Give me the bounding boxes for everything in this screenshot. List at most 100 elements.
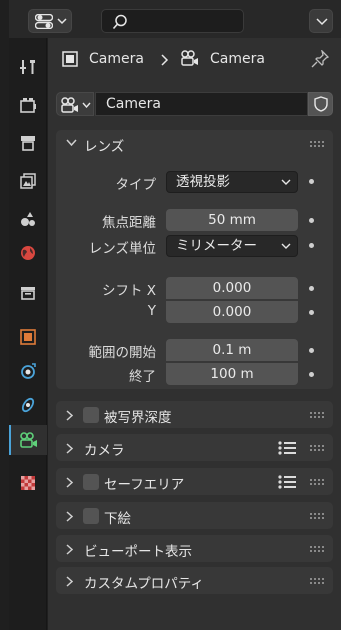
properties-tab-bar xyxy=(9,38,47,630)
shield-icon xyxy=(314,96,328,112)
output-icon xyxy=(21,136,35,151)
keyframe-dot[interactable] xyxy=(309,243,314,248)
dof-panel[interactable]: 被写界深度 xyxy=(56,401,333,428)
safe-areas-checkbox[interactable] xyxy=(83,474,99,490)
drag-grip-icon[interactable] xyxy=(310,141,326,147)
clip-start-label: 範囲の開始 xyxy=(88,345,157,361)
properties-header xyxy=(9,0,341,38)
lens-unit-label: レンズ単位 xyxy=(88,241,156,257)
shift-y-field[interactable]: 0.000 xyxy=(166,301,298,323)
keyframe-dot[interactable] xyxy=(309,310,314,315)
dof-panel-title: 被写界深度 xyxy=(104,410,172,426)
lens-unit-value: ミリメーター xyxy=(176,238,257,254)
camera-panel[interactable]: カメラ xyxy=(56,434,333,461)
focal-length-label: 焦点距離 xyxy=(102,215,156,231)
camera-datablock-selector: Camera xyxy=(56,92,333,116)
lens-panel-title: レンズ xyxy=(84,139,125,155)
background-images-panel-title: 下絵 xyxy=(104,511,131,527)
chevron-right-icon xyxy=(66,477,73,488)
drag-grip-icon[interactable] xyxy=(310,546,326,552)
editor-type-button[interactable] xyxy=(28,9,72,33)
constraint-icon xyxy=(21,397,35,413)
search-input[interactable] xyxy=(101,9,244,33)
keyframe-dot[interactable] xyxy=(309,348,314,353)
chevron-down-icon xyxy=(66,139,77,147)
lens-type-dropdown[interactable]: 透視投影 xyxy=(166,171,298,193)
custom-properties-panel[interactable]: カスタムプロパティ xyxy=(56,567,333,594)
tab-collection[interactable] xyxy=(9,278,47,308)
drag-grip-icon[interactable] xyxy=(310,479,326,485)
chevron-down-icon xyxy=(316,18,328,26)
keyframe-dot[interactable] xyxy=(309,286,314,291)
tab-object-data-camera[interactable] xyxy=(9,425,47,455)
tool-icon xyxy=(20,60,35,74)
camera-data-icon xyxy=(20,432,37,448)
physics-icon xyxy=(21,363,36,379)
safe-areas-panel-title: セーフエリア xyxy=(104,477,185,493)
chevron-down-icon xyxy=(281,243,291,249)
properties-main-area: Camera Camera Camera レンズ タイプ 透視投影 焦点距離 5… xyxy=(48,38,341,630)
clip-start-field[interactable]: 0.1 m xyxy=(166,339,298,361)
context-data-label: Camera xyxy=(210,51,265,67)
tab-constraints[interactable] xyxy=(9,390,47,420)
lens-unit-dropdown[interactable]: ミリメーター xyxy=(166,235,298,257)
viewport-display-panel-title: ビューポート表示 xyxy=(84,544,192,560)
dof-checkbox[interactable] xyxy=(83,407,99,423)
tab-object[interactable] xyxy=(9,322,47,352)
tab-tool[interactable] xyxy=(9,52,47,82)
chevron-right-icon xyxy=(66,576,73,587)
tab-view-layer[interactable] xyxy=(9,166,47,196)
chevron-right-icon xyxy=(66,410,73,421)
chevron-down-icon xyxy=(57,18,67,25)
tab-render[interactable] xyxy=(9,90,47,120)
tab-output[interactable] xyxy=(9,128,47,158)
render-icon xyxy=(20,98,36,113)
chevron-right-icon xyxy=(66,544,73,555)
shift-y-label: Y xyxy=(147,303,156,319)
browse-camera-button[interactable] xyxy=(56,92,94,116)
keyframe-dot[interactable] xyxy=(309,179,314,184)
type-label: タイプ xyxy=(115,177,157,193)
drag-grip-icon[interactable] xyxy=(310,578,326,584)
context-object-label: Camera xyxy=(89,51,144,67)
drag-grip-icon[interactable] xyxy=(310,445,326,451)
shift-x-field[interactable]: 0.000 xyxy=(166,277,298,299)
lens-panel: レンズ タイプ 透視投影 焦点距離 50 mm レンズ単位 ミリメーター シフト… xyxy=(56,130,333,389)
search-icon xyxy=(112,14,127,30)
camera-name-field[interactable]: Camera xyxy=(95,92,308,116)
camera-data-icon xyxy=(181,50,198,66)
tab-world[interactable] xyxy=(9,238,47,268)
lens-panel-header[interactable]: レンズ xyxy=(56,130,333,157)
focal-length-field[interactable]: 50 mm xyxy=(166,209,298,231)
world-icon xyxy=(21,246,35,260)
camera-data-icon xyxy=(61,97,78,113)
object-square-icon xyxy=(62,51,78,67)
background-images-checkbox[interactable] xyxy=(83,508,99,524)
scene-icon xyxy=(21,212,35,226)
properties-editor-icon xyxy=(35,14,53,29)
viewport-display-panel[interactable]: ビューポート表示 xyxy=(56,535,333,562)
object-icon xyxy=(20,329,36,345)
fake-user-button[interactable] xyxy=(308,92,333,116)
options-dropdown-button[interactable] xyxy=(309,9,333,33)
clip-end-field[interactable]: 100 m xyxy=(166,363,298,385)
drag-grip-icon[interactable] xyxy=(310,412,326,418)
keyframe-dot[interactable] xyxy=(309,372,314,377)
presets-list-icon[interactable] xyxy=(278,440,296,456)
tab-physics[interactable] xyxy=(9,356,47,386)
collection-icon xyxy=(21,287,35,300)
lens-type-value: 透視投影 xyxy=(176,174,230,190)
drag-grip-icon[interactable] xyxy=(310,513,326,519)
context-breadcrumb: Camera Camera xyxy=(48,38,341,82)
safe-areas-panel[interactable]: セーフエリア xyxy=(56,468,333,495)
tab-texture[interactable] xyxy=(9,468,47,498)
pin-icon[interactable] xyxy=(311,50,329,68)
camera-panel-title: カメラ xyxy=(84,443,125,459)
tab-scene[interactable] xyxy=(9,204,47,234)
clip-end-label: 終了 xyxy=(129,369,156,385)
keyframe-dot[interactable] xyxy=(309,218,314,223)
custom-properties-panel-title: カスタムプロパティ xyxy=(84,576,204,592)
presets-list-icon[interactable] xyxy=(278,474,296,490)
chevron-right-icon xyxy=(66,511,73,522)
background-images-panel[interactable]: 下絵 xyxy=(56,502,333,529)
